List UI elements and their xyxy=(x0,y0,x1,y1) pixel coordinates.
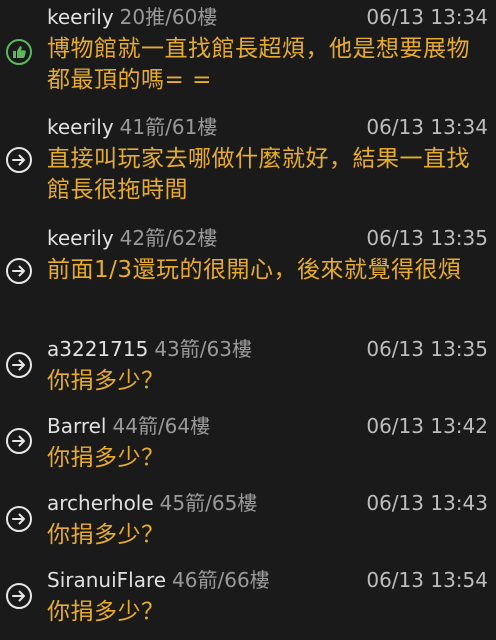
comment-time: 06/13 13:42 xyxy=(366,414,488,438)
arrow-right-icon xyxy=(6,258,32,284)
comment-floor: 20推/60樓 xyxy=(119,5,218,29)
thumbs-up-icon xyxy=(6,39,32,65)
comment-content: 你捐多少？ xyxy=(47,445,165,471)
comment-author[interactable]: keerily xyxy=(47,115,114,139)
comment-meta: keerily 42箭/62樓 xyxy=(47,223,217,253)
comment-author[interactable]: archerhole xyxy=(47,491,154,515)
arrow-right-icon xyxy=(6,583,32,609)
comment-content: 你捐多少？ xyxy=(47,522,165,548)
comment-content: 博物館就一直找館長超煩，他是想要展物都最頂的嗎= = xyxy=(47,36,470,93)
comment-time: 06/13 13:34 xyxy=(366,115,488,139)
comment-meta: Barrel 44箭/64樓 xyxy=(47,411,210,441)
comment-item: SiranuiFlare 46箭/66樓 06/13 13:54 你捐多少？ xyxy=(0,565,496,640)
comment-floor: 43箭/63樓 xyxy=(154,337,252,361)
comment-content: 你捐多少？ xyxy=(47,599,165,625)
comment-item: keerily 42箭/62樓 06/13 13:35 前面1/3還玩的很開心，後… xyxy=(0,223,496,343)
comment-meta: SiranuiFlare 46箭/66樓 xyxy=(47,565,270,595)
arrow-right-icon xyxy=(6,428,32,454)
comment-floor: 45箭/65樓 xyxy=(159,491,258,515)
comment-meta: archerhole 45箭/65樓 xyxy=(47,488,257,518)
comment-time: 06/13 13:35 xyxy=(366,226,488,250)
comment-item: keerily 41箭/61樓 06/13 13:34 直接叫玩家去哪做什麼就好，… xyxy=(0,112,496,232)
comment-author[interactable]: keerily xyxy=(47,226,114,250)
comment-author[interactable]: a3221715 xyxy=(47,337,148,361)
comment-floor: 44箭/64樓 xyxy=(112,414,211,438)
comment-author[interactable]: Barrel xyxy=(47,414,107,438)
comment-time: 06/13 13:35 xyxy=(366,337,488,361)
comment-time: 06/13 13:54 xyxy=(366,568,488,592)
comment-time: 06/13 13:43 xyxy=(366,491,488,515)
comment-author[interactable]: SiranuiFlare xyxy=(47,568,166,592)
comment-floor: 41箭/61樓 xyxy=(119,115,218,139)
comment-content: 直接叫玩家去哪做什麼就好，結果一直找館長很拖時間 xyxy=(47,146,470,203)
comment-content: 前面1/3還玩的很開心，後來就覺得很煩 xyxy=(47,257,462,283)
comment-thread: keerily 20推/60樓 06/13 13:34 博物館就一直找館長超煩，他… xyxy=(0,0,496,640)
comment-author[interactable]: keerily xyxy=(47,5,114,29)
comment-content: 你捐多少？ xyxy=(47,368,165,394)
comment-meta: keerily 41箭/61樓 xyxy=(47,112,217,142)
arrow-right-icon xyxy=(6,352,32,378)
comment-meta: a3221715 43箭/63樓 xyxy=(47,334,252,364)
arrow-right-icon xyxy=(6,506,32,532)
comment-time: 06/13 13:34 xyxy=(366,5,488,29)
comment-floor: 46箭/66樓 xyxy=(172,568,270,592)
arrow-right-icon xyxy=(6,147,32,173)
comment-floor: 42箭/62樓 xyxy=(119,226,218,250)
comment-item: keerily 20推/60樓 06/13 13:34 博物館就一直找館長超煩，他… xyxy=(0,2,496,122)
comment-meta: keerily 20推/60樓 xyxy=(47,2,217,32)
